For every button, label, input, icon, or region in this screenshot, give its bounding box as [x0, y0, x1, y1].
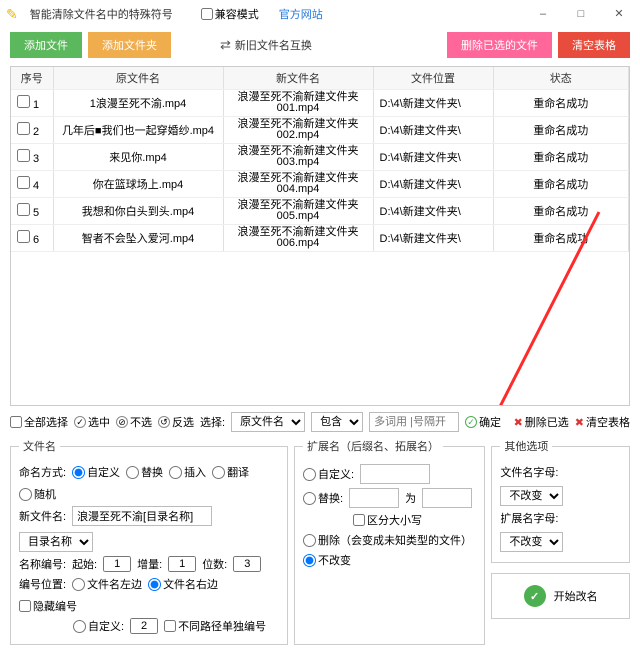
start-rename-button[interactable]: ✓ 开始改名 — [491, 573, 630, 619]
digits-input[interactable] — [233, 556, 261, 572]
check-icon: ✓ — [74, 416, 86, 428]
pos-custom-input[interactable] — [130, 618, 158, 634]
dir-select[interactable]: 目录名称 — [19, 532, 93, 552]
select-button[interactable]: ✓选中 — [74, 414, 110, 430]
ext-custom-input[interactable] — [360, 464, 430, 484]
filename-font-label: 文件名字母: — [500, 464, 558, 480]
ext-font-label: 扩展名字母: — [500, 510, 558, 526]
new-name-label: 新文件名: — [19, 508, 66, 524]
number-label: 名称编号: — [19, 556, 66, 572]
table-row[interactable]: 3来见你.mp4浪漫至死不渝新建文件夹003.mp4D:\4\新建文件夹\重命名… — [11, 143, 629, 170]
field-select[interactable]: 原文件名 — [231, 412, 305, 432]
opt-insert[interactable]: 插入 — [169, 464, 206, 480]
match-select[interactable]: 包含 — [311, 412, 363, 432]
compat-mode-checkbox[interactable]: 兼容模式 — [201, 6, 259, 22]
deselect-button[interactable]: ⊘不选 — [116, 414, 152, 430]
ext-legend: 扩展名（后缀名、拓展名） — [303, 438, 443, 454]
ext-replace[interactable]: 替换: — [303, 490, 343, 506]
row-checkbox[interactable] — [17, 95, 30, 108]
ext-replace-from[interactable] — [349, 488, 399, 508]
add-file-button[interactable]: 添加文件 — [10, 32, 82, 58]
table-row[interactable]: 5我想和你白头到头.mp4浪漫至死不渝新建文件夹005.mp4D:\4\新建文件… — [11, 197, 629, 224]
official-site-link[interactable]: 官方网站 — [279, 6, 323, 22]
table-row[interactable]: 6智者不会坠入爱河.mp4浪漫至死不渝新建文件夹006.mp4D:\4\新建文件… — [11, 224, 629, 251]
select-all-checkbox[interactable]: 全部选择 — [10, 414, 68, 430]
check-icon: ✓ — [465, 416, 477, 428]
minimize-button[interactable]: – — [528, 4, 558, 24]
ext-unchanged[interactable]: 不改变 — [303, 552, 351, 568]
col-seq[interactable]: 序号 — [11, 67, 53, 89]
opt-random[interactable]: 随机 — [19, 486, 56, 502]
row-checkbox[interactable] — [17, 230, 30, 243]
delete-selected-files-button[interactable]: 删除已选的文件 — [447, 32, 552, 58]
pos-custom[interactable]: 自定义: — [73, 618, 124, 634]
app-icon — [6, 6, 18, 23]
delete-selected-link[interactable]: ✖删除已选 — [514, 414, 569, 430]
table-row[interactable]: 4你在篮球场上.mp4浪漫至死不渝新建文件夹004.mp4D:\4\新建文件夹\… — [11, 170, 629, 197]
maximize-button[interactable]: □ — [566, 4, 596, 24]
options-panels: 文件名 命名方式: 自定义 替换 插入 翻译 随机 新文件名: 目录名称 名称编… — [0, 438, 640, 655]
filter-input[interactable] — [369, 412, 459, 432]
main-toolbar: 添加文件 添加文件夹 新旧文件名互换 删除已选的文件 清空表格 — [0, 28, 640, 62]
titlebar: 智能清除文件名中的特殊符号 兼容模式 官方网站 – □ ✕ — [0, 0, 640, 28]
file-table: 序号 原文件名 新文件名 文件位置 状态 11浪漫至死不渝.mp4浪漫至死不渝新… — [11, 67, 629, 252]
ext-case-sensitive[interactable]: 区分大小写 — [353, 512, 422, 528]
clear-table-button[interactable]: 清空表格 — [558, 32, 630, 58]
add-folder-button[interactable]: 添加文件夹 — [88, 32, 171, 58]
ext-font-select[interactable]: 不改变 — [500, 532, 563, 552]
row-checkbox[interactable] — [17, 149, 30, 162]
ext-custom[interactable]: 自定义: — [303, 466, 354, 482]
choose-label: 选择: — [200, 414, 225, 430]
anchor-icon: ⊘ — [116, 416, 128, 428]
other-panel: 其他选项 文件名字母: 不改变 扩展名字母: 不改变 — [491, 438, 630, 563]
filename-panel: 文件名 命名方式: 自定义 替换 插入 翻译 随机 新文件名: 目录名称 名称编… — [10, 438, 288, 645]
app-title: 智能清除文件名中的特殊符号 — [30, 6, 173, 22]
naming-label: 命名方式: — [19, 464, 66, 480]
hide-number[interactable]: 隐藏编号 — [19, 598, 77, 614]
col-orig[interactable]: 原文件名 — [53, 67, 223, 89]
new-name-input[interactable] — [72, 506, 212, 526]
filename-legend: 文件名 — [19, 438, 60, 454]
start-input[interactable] — [103, 556, 131, 572]
opt-custom[interactable]: 自定义 — [72, 464, 120, 480]
swap-names-button[interactable]: 新旧文件名互换 — [220, 37, 312, 53]
clear-table-link[interactable]: ✖清空表格 — [575, 414, 630, 430]
col-path[interactable]: 文件位置 — [373, 67, 493, 89]
col-new[interactable]: 新文件名 — [223, 67, 373, 89]
invert-button[interactable]: ↺反选 — [158, 414, 194, 430]
extension-panel: 扩展名（后缀名、拓展名） 自定义: 替换: 为 区分大小写 删除（会变成未知类型… — [294, 438, 485, 645]
file-table-container: 序号 原文件名 新文件名 文件位置 状态 11浪漫至死不渝.mp4浪漫至死不渝新… — [10, 66, 630, 406]
filename-font-select[interactable]: 不改变 — [500, 486, 563, 506]
ext-replace-to[interactable] — [422, 488, 472, 508]
invert-icon: ↺ — [158, 416, 170, 428]
col-status[interactable]: 状态 — [493, 67, 629, 89]
other-legend: 其他选项 — [500, 438, 552, 454]
table-row[interactable]: 2几年后■我们也一起穿婚纱.mp4浪漫至死不渝新建文件夹002.mp4D:\4\… — [11, 116, 629, 143]
check-circle-icon: ✓ — [524, 585, 546, 607]
row-checkbox[interactable] — [17, 122, 30, 135]
opt-replace[interactable]: 替换 — [126, 464, 163, 480]
no-same-path[interactable]: 不同路径单独编号 — [164, 618, 266, 634]
step-input[interactable] — [168, 556, 196, 572]
opt-translate[interactable]: 翻译 — [212, 464, 249, 480]
row-checkbox[interactable] — [17, 203, 30, 216]
close-button[interactable]: ✕ — [604, 4, 634, 24]
selection-bar: 全部选择 ✓选中 ⊘不选 ↺反选 选择: 原文件名 包含 ✓确定 ✖删除已选 ✖… — [0, 406, 640, 438]
swap-icon — [220, 37, 231, 53]
other-panel-wrap: 其他选项 文件名字母: 不改变 扩展名字母: 不改变 ✓ 开始改名 — [491, 438, 630, 645]
ext-delete[interactable]: 删除（会变成未知类型的文件） — [303, 532, 472, 548]
table-row[interactable]: 11浪漫至死不渝.mp4浪漫至死不渝新建文件夹001.mp4D:\4\新建文件夹… — [11, 89, 629, 116]
confirm-button[interactable]: ✓确定 — [465, 414, 501, 430]
row-checkbox[interactable] — [17, 176, 30, 189]
